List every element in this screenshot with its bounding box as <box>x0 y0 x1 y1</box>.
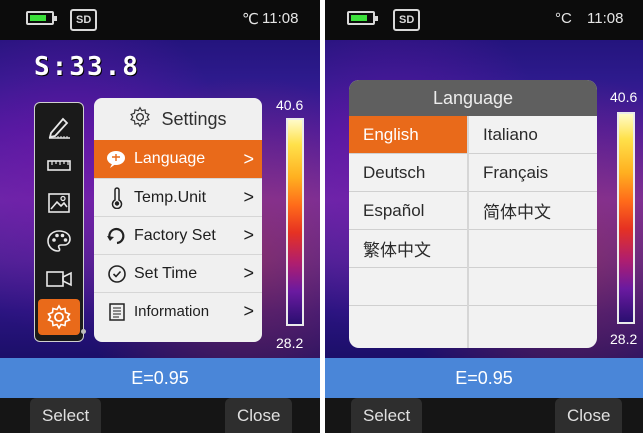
language-option-empty <box>349 306 467 344</box>
language-option-empty <box>349 268 467 306</box>
clock-time: 11:08 <box>587 10 624 27</box>
language-option-english[interactable]: English <box>349 116 467 154</box>
menu-item-temp-unit[interactable]: Temp.Unit > <box>94 178 262 216</box>
emissivity-bar: E=0.95 <box>0 358 320 398</box>
page-indicator <box>72 329 86 334</box>
gear-icon <box>129 105 151 133</box>
color-scale-bar <box>617 112 635 324</box>
scale-max-value: 40.6 <box>610 89 638 105</box>
language-icon <box>104 149 130 169</box>
page-dot-active <box>72 329 77 334</box>
battery-icon <box>347 11 378 25</box>
dialog-title: Language <box>349 80 597 116</box>
scale-min-value: 28.2 <box>610 331 638 347</box>
language-option-espanol[interactable]: Español <box>349 192 467 230</box>
scale-max-value: 40.6 <box>276 97 304 113</box>
chevron-right-icon: > <box>243 148 254 169</box>
sd-card-icon: SD <box>393 9 421 31</box>
language-option-simplified-chinese[interactable]: 简体中文 <box>469 192 597 230</box>
language-option-francais[interactable]: Français <box>469 154 597 192</box>
emissivity-bar: E=0.95 <box>325 358 643 398</box>
edit-icon[interactable] <box>38 109 80 145</box>
ruler-icon[interactable] <box>38 147 80 183</box>
chevron-right-icon: > <box>243 301 254 321</box>
clock-icon <box>104 264 130 284</box>
status-bar: SD ℃ 11:08 <box>0 0 320 40</box>
sd-card-icon: SD <box>70 9 98 31</box>
status-bar: SD °C 11:08 <box>325 0 643 40</box>
mode-icon-strip <box>34 102 84 342</box>
menu-item-information[interactable]: Information > <box>94 292 262 330</box>
clock-time: 11:08 <box>262 10 299 27</box>
select-softkey[interactable]: Select <box>30 398 102 433</box>
language-option-italiano[interactable]: Italiano <box>469 116 597 154</box>
language-option-empty <box>469 306 597 344</box>
chevron-right-icon: > <box>243 187 254 207</box>
menu-item-label: Set Time <box>134 264 198 282</box>
image-icon[interactable] <box>38 185 80 221</box>
menu-item-label: Factory Set <box>134 226 216 244</box>
softkey-bar: Select Close <box>0 398 320 433</box>
language-grid: English Italiano Deutsch Français Españo… <box>349 116 597 348</box>
settings-menu: Settings Language > Temp.Unit > Factory … <box>94 98 262 342</box>
battery-icon <box>26 11 57 25</box>
video-icon[interactable] <box>38 261 80 297</box>
menu-item-factory-set[interactable]: Factory Set > <box>94 216 262 254</box>
close-softkey[interactable]: Close <box>225 398 293 433</box>
spot-temperature: S:33.8 <box>34 52 140 82</box>
language-option-empty <box>469 230 597 268</box>
palette-icon[interactable] <box>38 223 80 259</box>
language-option-deutsch[interactable]: Deutsch <box>349 154 467 192</box>
document-icon <box>104 302 130 322</box>
color-scale-bar <box>286 118 304 326</box>
settings-title-label: Settings <box>161 108 227 129</box>
softkey-bar: Select Close <box>325 398 643 433</box>
chevron-right-icon: > <box>243 225 254 245</box>
language-option-traditional-chinese[interactable]: 繁体中文 <box>349 230 467 268</box>
temperature-unit: °C <box>555 10 572 27</box>
chevron-right-icon: > <box>243 263 254 283</box>
language-dialog: Language English Italiano Deutsch França… <box>349 80 597 348</box>
menu-item-label: Temp.Unit <box>134 188 207 206</box>
select-softkey[interactable]: Select <box>351 398 423 433</box>
menu-item-label: Language <box>134 150 206 167</box>
menu-item-set-time[interactable]: Set Time > <box>94 254 262 292</box>
menu-item-language[interactable]: Language > <box>94 140 262 178</box>
thermometer-icon <box>104 186 130 209</box>
page-dot <box>81 329 86 334</box>
scale-min-value: 28.2 <box>276 335 304 351</box>
close-softkey[interactable]: Close <box>555 398 623 433</box>
reset-icon <box>104 226 130 246</box>
temperature-unit: ℃ <box>242 11 259 28</box>
language-option-empty <box>469 268 597 306</box>
language-screen: SD °C 11:08 40.6 28.2 Language English I… <box>325 0 643 433</box>
settings-screen: SD ℃ 11:08 S:33.8 40.6 28.2 Settings Lan… <box>0 0 320 433</box>
settings-menu-title: Settings <box>94 98 262 140</box>
menu-item-label: Information <box>134 303 210 320</box>
